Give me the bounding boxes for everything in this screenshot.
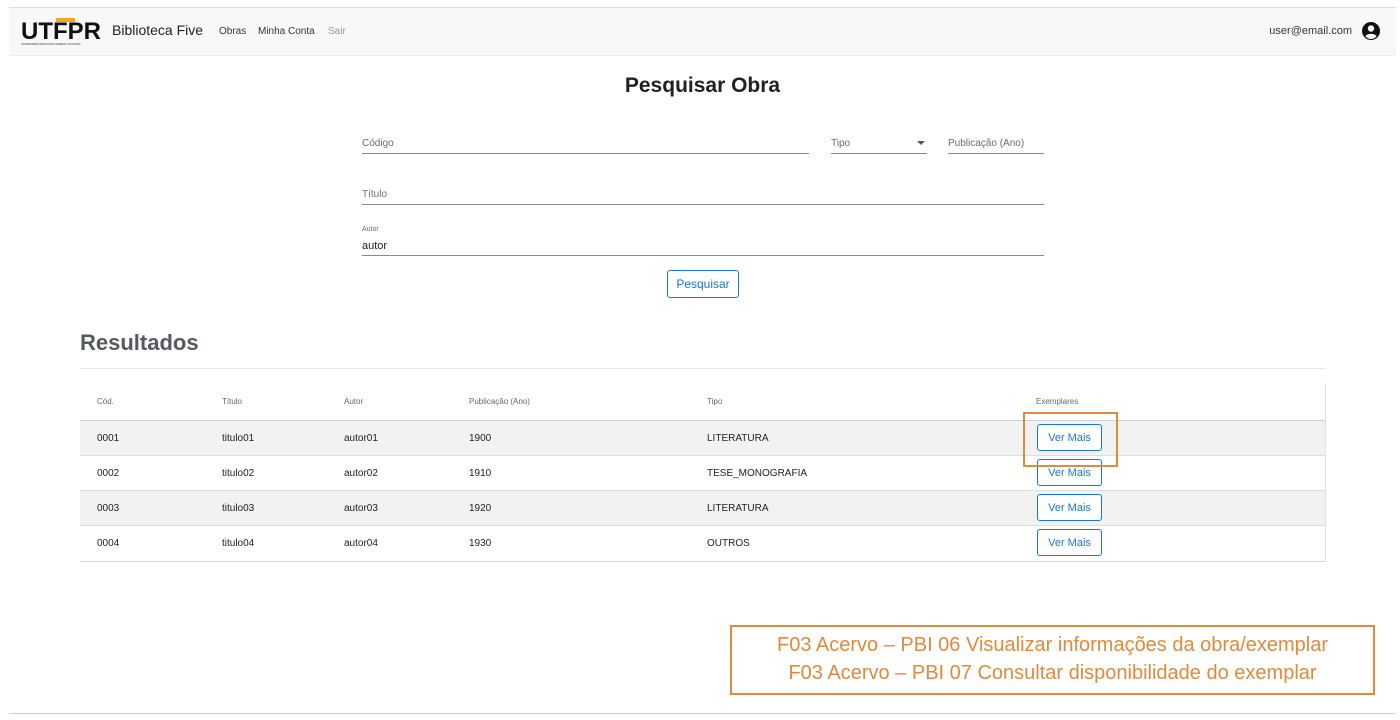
col-header-publicacao[interactable]: Publicação (Ano) [469, 397, 530, 406]
divider [80, 368, 1326, 369]
autor-label: Autor [362, 226, 379, 233]
user-email: user@email.com [1269, 25, 1352, 37]
cell-autor: autor03 [344, 503, 378, 514]
highlight-box [1023, 412, 1118, 467]
cell-titulo: titulo04 [222, 538, 255, 549]
results-table: Cód. Título Autor Publicação (Ano) Tipo … [80, 383, 1326, 562]
cell-ano: 1900 [469, 433, 492, 444]
cell-ano: 1930 [469, 538, 492, 549]
cell-codigo: 0001 [97, 433, 120, 444]
col-header-exemplares: Exemplares [1036, 397, 1079, 406]
chevron-down-icon [917, 141, 925, 145]
annotation-line-2: F03 Acervo – PBI 07 Consultar disponibil… [788, 662, 1317, 684]
app-window: UTFPR UNIVERSIDADE TECNOLÓGICA FEDERAL D… [9, 7, 1396, 714]
nav-link-minha-conta[interactable]: Minha Conta [258, 26, 315, 37]
cell-codigo: 0002 [97, 468, 120, 479]
utfpr-logo-subtitle: UNIVERSIDADE TECNOLÓGICA FEDERAL DO PARA… [21, 43, 81, 46]
publicacao-label: Publicação (Ano) [948, 138, 1025, 149]
nav-link-obras[interactable]: Obras [219, 26, 246, 37]
ver-mais-button[interactable]: Ver Mais [1037, 529, 1102, 556]
table-row: 0001 titulo01 autor01 1900 LITERATURA Ve… [80, 421, 1325, 456]
navbar: UTFPR UNIVERSIDADE TECNOLÓGICA FEDERAL D… [9, 8, 1396, 56]
cell-codigo: 0003 [97, 503, 120, 514]
codigo-label: Código [362, 138, 394, 149]
annotation-line-1: F03 Acervo – PBI 06 Visualizar informaçõ… [776, 634, 1329, 656]
autor-field[interactable]: Autor autor [362, 226, 1044, 256]
cell-titulo: titulo02 [222, 468, 255, 479]
col-header-titulo[interactable]: Título [222, 397, 242, 406]
utfpr-logo-text: UTFPR [21, 18, 101, 45]
cell-titulo: titulo03 [222, 503, 255, 514]
pesquisar-button[interactable]: Pesquisar [667, 270, 739, 298]
titulo-field[interactable]: Título [362, 183, 1044, 205]
cell-autor: autor04 [344, 538, 378, 549]
table-row: 0002 titulo02 autor02 1910 TESE_MONOGRAF… [80, 456, 1325, 491]
tipo-select[interactable]: Tipo [831, 132, 927, 154]
cell-tipo: OUTROS [707, 538, 750, 549]
cell-tipo: LITERATURA [707, 433, 769, 444]
autor-value: autor [362, 240, 388, 252]
publicacao-field[interactable]: Publicação (Ano) [948, 132, 1044, 154]
page-title: Pesquisar Obra [624, 74, 781, 97]
cell-autor: autor01 [344, 433, 378, 444]
table-row: 0003 titulo03 autor03 1920 LITERATURA Ve… [80, 491, 1325, 526]
codigo-field[interactable]: Código [362, 132, 809, 154]
ver-mais-button[interactable]: Ver Mais [1037, 494, 1102, 521]
utfpr-logo[interactable]: UTFPR UNIVERSIDADE TECNOLÓGICA FEDERAL D… [21, 15, 101, 47]
cell-ano: 1920 [469, 503, 492, 514]
table-row: 0004 titulo04 autor04 1930 OUTROS Ver Ma… [80, 526, 1325, 561]
cell-titulo: titulo01 [222, 433, 255, 444]
titulo-label: Título [362, 189, 388, 200]
annotation-note: F03 Acervo – PBI 06 Visualizar informaçõ… [730, 625, 1375, 695]
cell-tipo: TESE_MONOGRAFIA [707, 468, 808, 479]
cell-ano: 1910 [469, 468, 492, 479]
cell-autor: autor02 [344, 468, 378, 479]
account-circle-icon[interactable] [1361, 21, 1381, 41]
utfpr-logo-accent [56, 18, 75, 22]
cell-tipo: LITERATURA [707, 503, 769, 514]
nav-link-sair[interactable]: Sair [328, 26, 346, 37]
tipo-label: Tipo [831, 138, 851, 149]
col-header-tipo[interactable]: Tipo [707, 397, 722, 406]
results-title: Resultados [80, 330, 199, 355]
col-header-autor[interactable]: Autor [344, 397, 363, 406]
cell-codigo: 0004 [97, 538, 120, 549]
col-header-codigo[interactable]: Cód. [97, 397, 114, 406]
brand-title[interactable]: Biblioteca Five [112, 22, 203, 38]
table-header: Cód. Título Autor Publicação (Ano) Tipo … [80, 383, 1325, 421]
